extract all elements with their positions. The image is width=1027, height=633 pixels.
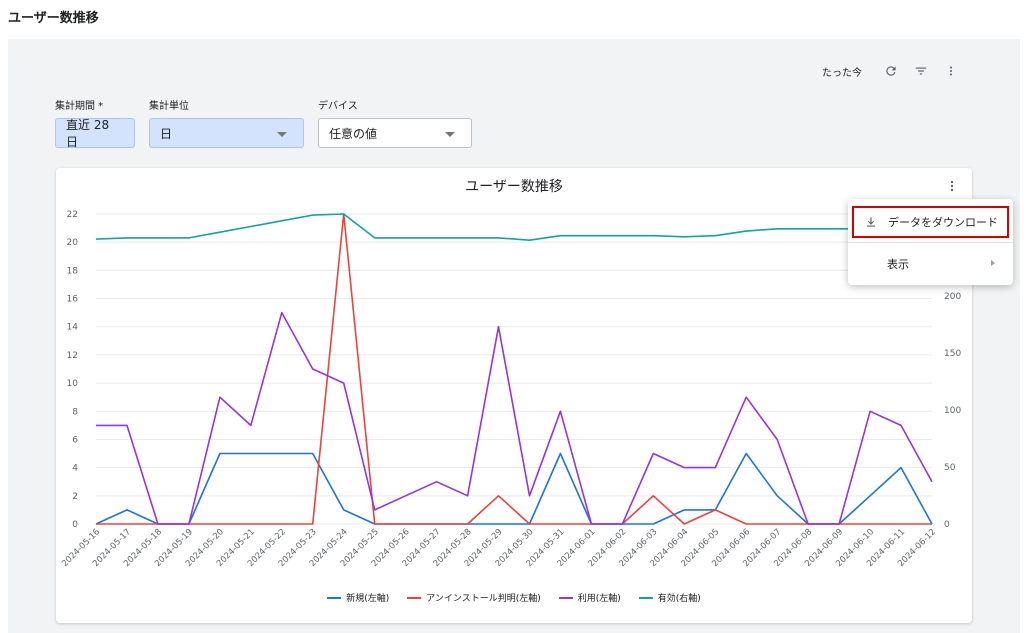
filter-icon[interactable]	[906, 62, 936, 80]
y-left-tick-label: 12	[67, 351, 78, 361]
y-left-tick-label: 6	[72, 435, 78, 445]
report-toolbar: たった今	[822, 62, 966, 80]
download-data-label: データをダウンロード	[888, 216, 998, 229]
y-left-tick-label: 14	[67, 323, 79, 333]
legend-label: アンインストール判明(左軸)	[426, 594, 541, 604]
page-title: ユーザー数推移	[8, 11, 99, 26]
legend-swatch	[638, 596, 653, 599]
menu-divider	[848, 242, 1013, 243]
chevron-down-icon	[277, 132, 287, 137]
legend-swatch	[327, 596, 342, 599]
download-icon	[864, 215, 878, 229]
y-left-tick-label: 4	[72, 464, 78, 474]
chart-context-menu: データをダウンロード 表示	[848, 199, 1013, 285]
y-left-tick-label: 18	[67, 266, 79, 276]
legend-label: 有効(右軸)	[657, 594, 701, 604]
legend-item[interactable]: 有効(右軸)	[638, 591, 701, 604]
series-line-new	[95, 452, 933, 525]
device-select-value: 任意の値	[329, 126, 378, 141]
y-left-tick-label: 0	[72, 520, 78, 530]
y-right-tick-label: 0	[944, 520, 950, 530]
legend-swatch	[407, 596, 422, 599]
legend-item[interactable]: 新規(左軸)	[327, 591, 389, 604]
y-left-tick-label: 20	[67, 238, 79, 248]
chevron-right-icon	[991, 260, 995, 266]
more-vert-icon[interactable]	[936, 62, 966, 80]
unit-select-value: 日	[160, 126, 173, 141]
view-label: 表示	[887, 258, 909, 271]
report-panel: たった今 集計期間 * 直近 28 日 集計単位 日 デバイス 任意の値 ユーザ…	[8, 39, 1020, 633]
filter-device: デバイス 任意の値	[318, 97, 472, 148]
filter-device-label: デバイス	[318, 101, 358, 112]
y-left-tick-label: 22	[67, 210, 78, 220]
legend-item[interactable]: アンインストール判明(左軸)	[407, 591, 541, 604]
period-date-picker[interactable]: 直近 28 日	[55, 118, 135, 149]
legend-item[interactable]: 利用(左軸)	[558, 591, 621, 604]
filter-period: 集計期間 * 直近 28 日	[55, 97, 135, 149]
download-data-menu-item[interactable]: データをダウンロード	[852, 206, 1009, 238]
series-line-usage	[96, 311, 933, 525]
refresh-icon[interactable]	[876, 62, 906, 80]
y-right-tick-label: 50	[944, 463, 956, 473]
filter-unit: 集計単位 日	[149, 97, 304, 148]
filter-unit-label: 集計単位	[149, 101, 189, 112]
unit-select[interactable]: 日	[149, 118, 304, 148]
device-select[interactable]: 任意の値	[318, 118, 472, 148]
y-right-tick-label: 200	[944, 292, 961, 302]
y-left-tick-label: 16	[67, 295, 79, 305]
y-left-tick-label: 8	[72, 407, 78, 417]
chart-legend: 新規(左軸) アンインストール判明(左軸) 利用(左軸) 有効(右軸)	[56, 591, 972, 604]
series-line-uninstall	[96, 213, 932, 525]
chevron-down-icon	[445, 132, 455, 137]
filter-period-label: 集計期間 *	[55, 101, 104, 112]
line-chart: 02468101214161820220501001502002024-05-1…	[60, 210, 961, 569]
chart-card: ユーザー数推移 0 2 4 6 8 10 12 14 16 18 20 22 0 50 100 150 200 2…	[56, 168, 972, 623]
last-updated-label: たった今	[822, 67, 862, 79]
legend-swatch	[558, 596, 573, 599]
y-left-tick-label: 2	[72, 492, 78, 502]
y-right-tick-label: 100	[944, 406, 961, 416]
legend-label: 新規(左軸)	[346, 594, 390, 604]
series-line-active	[95, 213, 933, 241]
view-menu-item[interactable]: 表示	[848, 248, 1013, 280]
y-right-tick-label: 150	[944, 349, 961, 359]
y-left-tick-label: 10	[67, 379, 79, 389]
legend-label: 利用(左軸)	[577, 594, 621, 604]
